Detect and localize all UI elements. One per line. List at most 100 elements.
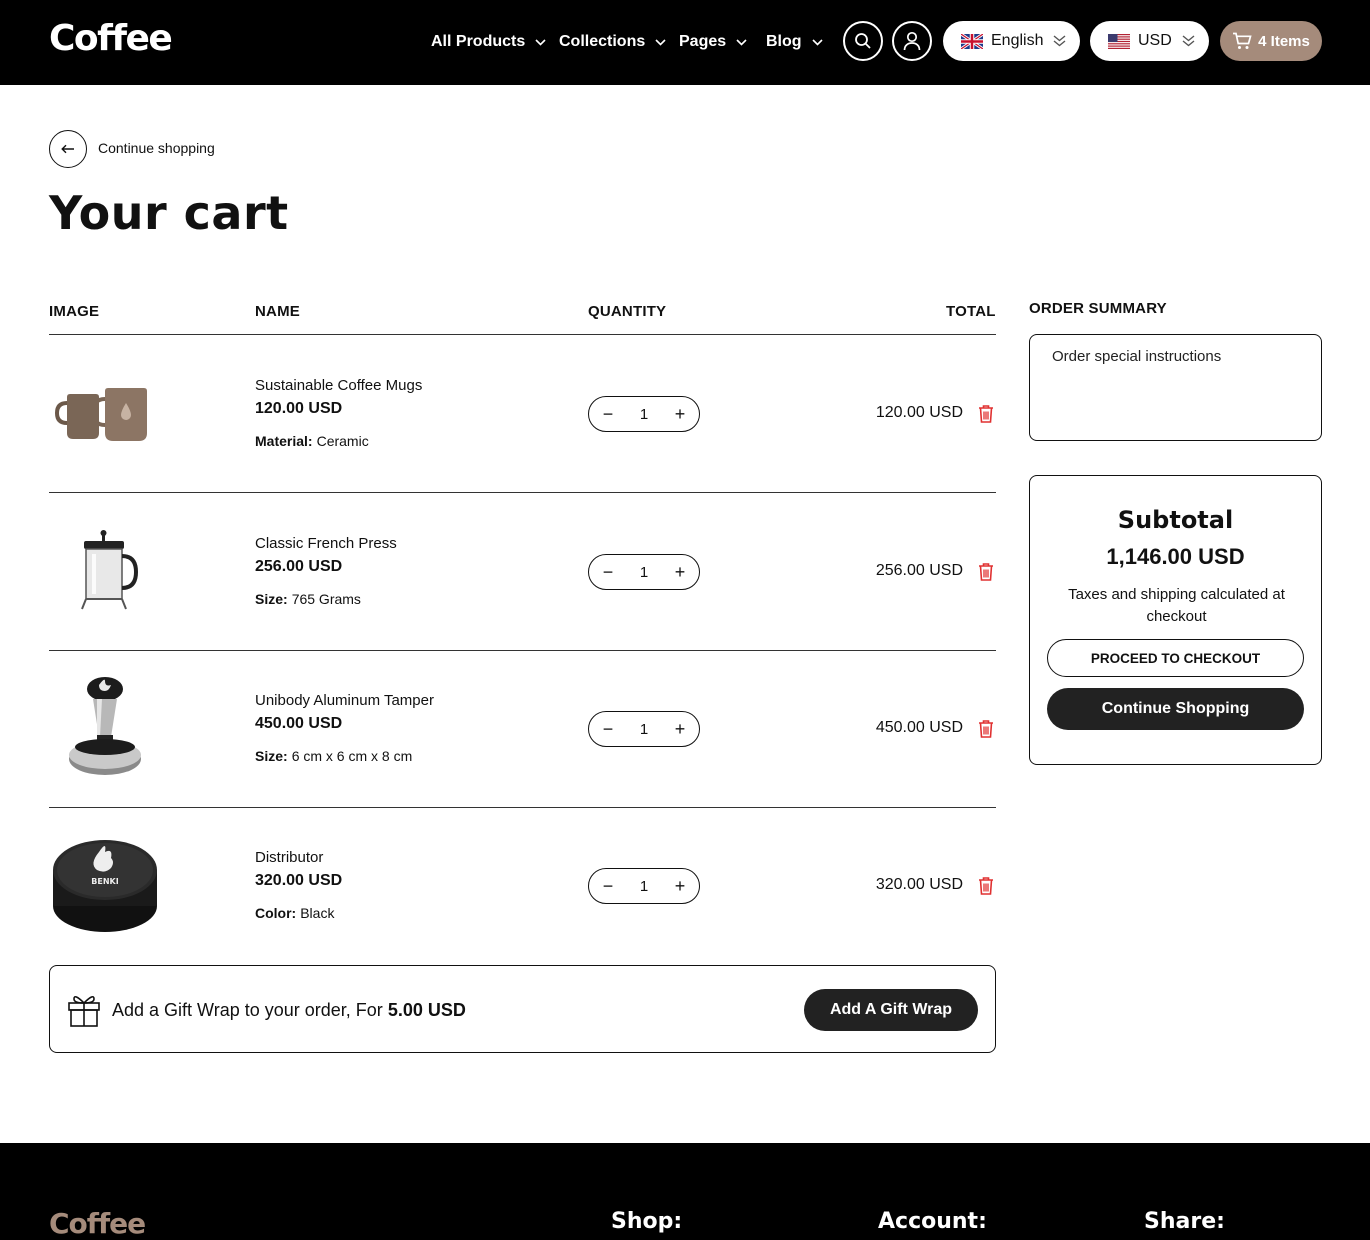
increase-quantity-button[interactable]: + <box>671 562 689 583</box>
item-total: 120.00 USD <box>875 404 963 421</box>
item-option: Size: 6 cm x 6 cm x 8 cm <box>255 748 412 764</box>
back-button[interactable] <box>49 130 87 168</box>
item-price: 120.00 USD <box>255 400 343 417</box>
nav-blog[interactable]: Blog <box>766 33 823 51</box>
trash-icon[interactable] <box>977 562 995 582</box>
quantity-value[interactable]: 1 <box>640 406 648 423</box>
site-logo[interactable]: Coffee <box>49 18 173 59</box>
order-summary-title: ORDER SUMMARY <box>1029 300 1167 317</box>
french-press-image[interactable] <box>49 516 161 628</box>
decrease-quantity-button[interactable]: − <box>599 876 617 897</box>
item-option-value: 765 Grams <box>291 591 361 607</box>
footer-heading-shop: Shop: <box>611 1209 683 1234</box>
quantity-value[interactable]: 1 <box>640 878 648 895</box>
account-button[interactable] <box>892 21 932 61</box>
table-divider <box>49 492 996 493</box>
increase-quantity-button[interactable]: + <box>671 876 689 897</box>
proceed-to-checkout-button[interactable]: PROCEED TO CHECKOUT <box>1047 639 1304 677</box>
gift-wrap-label: Add a Gift Wrap to your order, For <box>112 1000 383 1020</box>
column-header-name: NAME <box>255 303 300 320</box>
nav-all-products[interactable]: All Products <box>431 33 546 51</box>
add-gift-wrap-button[interactable]: Add A Gift Wrap <box>804 989 978 1031</box>
cart-icon <box>1233 32 1252 49</box>
search-icon <box>855 33 871 49</box>
quantity-stepper[interactable]: − 1 + <box>588 868 700 904</box>
footer-heading-share: Share: <box>1144 1209 1225 1234</box>
nav-all-products-label: All Products <box>431 33 526 50</box>
increase-quantity-button[interactable]: + <box>671 719 689 740</box>
page-title: Your cart <box>49 186 289 240</box>
search-button[interactable] <box>843 21 883 61</box>
item-name[interactable]: Unibody Aluminum Tamper <box>255 692 434 709</box>
subtotal-panel: Subtotal 1,146.00 USD Taxes and shipping… <box>1029 475 1322 765</box>
item-total: 450.00 USD <box>875 719 963 736</box>
item-option-value: Ceramic <box>316 433 369 449</box>
nav-pages[interactable]: Pages <box>679 33 747 51</box>
decrease-quantity-button[interactable]: − <box>599 562 617 583</box>
chevron-down-icon <box>535 38 546 46</box>
site-header: Coffee All Products Collections Pages Bl… <box>0 0 1370 85</box>
nav-pages-label: Pages <box>679 33 727 50</box>
continue-shopping-link[interactable]: Continue shopping <box>98 140 215 156</box>
item-price: 320.00 USD <box>255 872 343 889</box>
order-instructions-field[interactable]: Order special instructions <box>1029 334 1322 441</box>
trash-icon[interactable] <box>977 719 995 739</box>
cart-button[interactable]: 4 Items <box>1220 21 1322 61</box>
column-header-quantity: QUANTITY <box>588 303 667 320</box>
trash-icon[interactable] <box>977 404 995 424</box>
language-selector[interactable]: English <box>943 21 1080 61</box>
item-total: 256.00 USD <box>875 562 963 579</box>
svg-text:BENKI: BENKI <box>91 877 118 886</box>
taxes-note: Taxes and shipping calculated at checkou… <box>1068 586 1285 625</box>
item-option: Material: Ceramic <box>255 433 369 449</box>
currency-label: USD <box>1138 32 1172 49</box>
language-label: English <box>991 32 1044 49</box>
table-divider <box>49 807 996 808</box>
trash-icon[interactable] <box>977 876 995 896</box>
item-option: Color: Black <box>255 905 334 921</box>
nav-collections-label: Collections <box>559 33 646 50</box>
item-option-value: 6 cm x 6 cm x 8 cm <box>291 748 413 764</box>
quantity-value[interactable]: 1 <box>640 564 648 581</box>
coffee-mugs-image[interactable] <box>49 358 161 470</box>
cart-count: 4 Items <box>1258 32 1310 50</box>
item-option-label: Material: <box>255 433 313 449</box>
decrease-quantity-button[interactable]: − <box>599 719 617 740</box>
chevron-down-icon <box>655 38 666 46</box>
chevron-double-down-icon <box>1054 35 1066 47</box>
gift-icon <box>68 995 100 1027</box>
item-option-label: Color: <box>255 905 297 921</box>
quantity-stepper[interactable]: − 1 + <box>588 396 700 432</box>
arrow-left-icon <box>61 144 74 154</box>
chevron-double-down-icon <box>1182 35 1195 47</box>
table-divider <box>49 334 996 335</box>
quantity-stepper[interactable]: − 1 + <box>588 711 700 747</box>
item-name[interactable]: Distributor <box>255 849 323 866</box>
nav-collections[interactable]: Collections <box>559 33 666 51</box>
item-option-label: Size: <box>255 591 288 607</box>
tamper-image[interactable] <box>49 673 161 785</box>
decrease-quantity-button[interactable]: − <box>599 404 617 425</box>
item-name[interactable]: Sustainable Coffee Mugs <box>255 377 422 394</box>
site-footer: Coffee Shop: Account: Share: <box>0 1143 1370 1240</box>
distributor-image[interactable]: BENKI <box>49 830 161 942</box>
item-price: 450.00 USD <box>255 715 343 732</box>
increase-quantity-button[interactable]: + <box>671 404 689 425</box>
item-option-label: Size: <box>255 748 288 764</box>
continue-shopping-button[interactable]: Continue Shopping <box>1047 688 1304 730</box>
item-total: 320.00 USD <box>875 876 963 893</box>
footer-heading-account: Account: <box>878 1209 987 1234</box>
item-option: Size: 765 Grams <box>255 591 361 607</box>
nav-blog-label: Blog <box>766 33 802 50</box>
currency-selector[interactable]: USD <box>1090 21 1209 61</box>
table-divider <box>49 650 996 651</box>
item-option-value: Black <box>300 905 335 921</box>
footer-logo[interactable]: Coffee <box>49 1207 146 1240</box>
subtotal-value: 1,146.00 USD <box>1106 544 1245 569</box>
quantity-stepper[interactable]: − 1 + <box>588 554 700 590</box>
quantity-value[interactable]: 1 <box>640 721 648 738</box>
item-name[interactable]: Classic French Press <box>255 535 397 552</box>
gift-wrap-text: Add a Gift Wrap to your order, For 5.00 … <box>112 1000 466 1021</box>
item-price: 256.00 USD <box>255 558 343 575</box>
subtotal-label: Subtotal <box>1117 506 1234 534</box>
